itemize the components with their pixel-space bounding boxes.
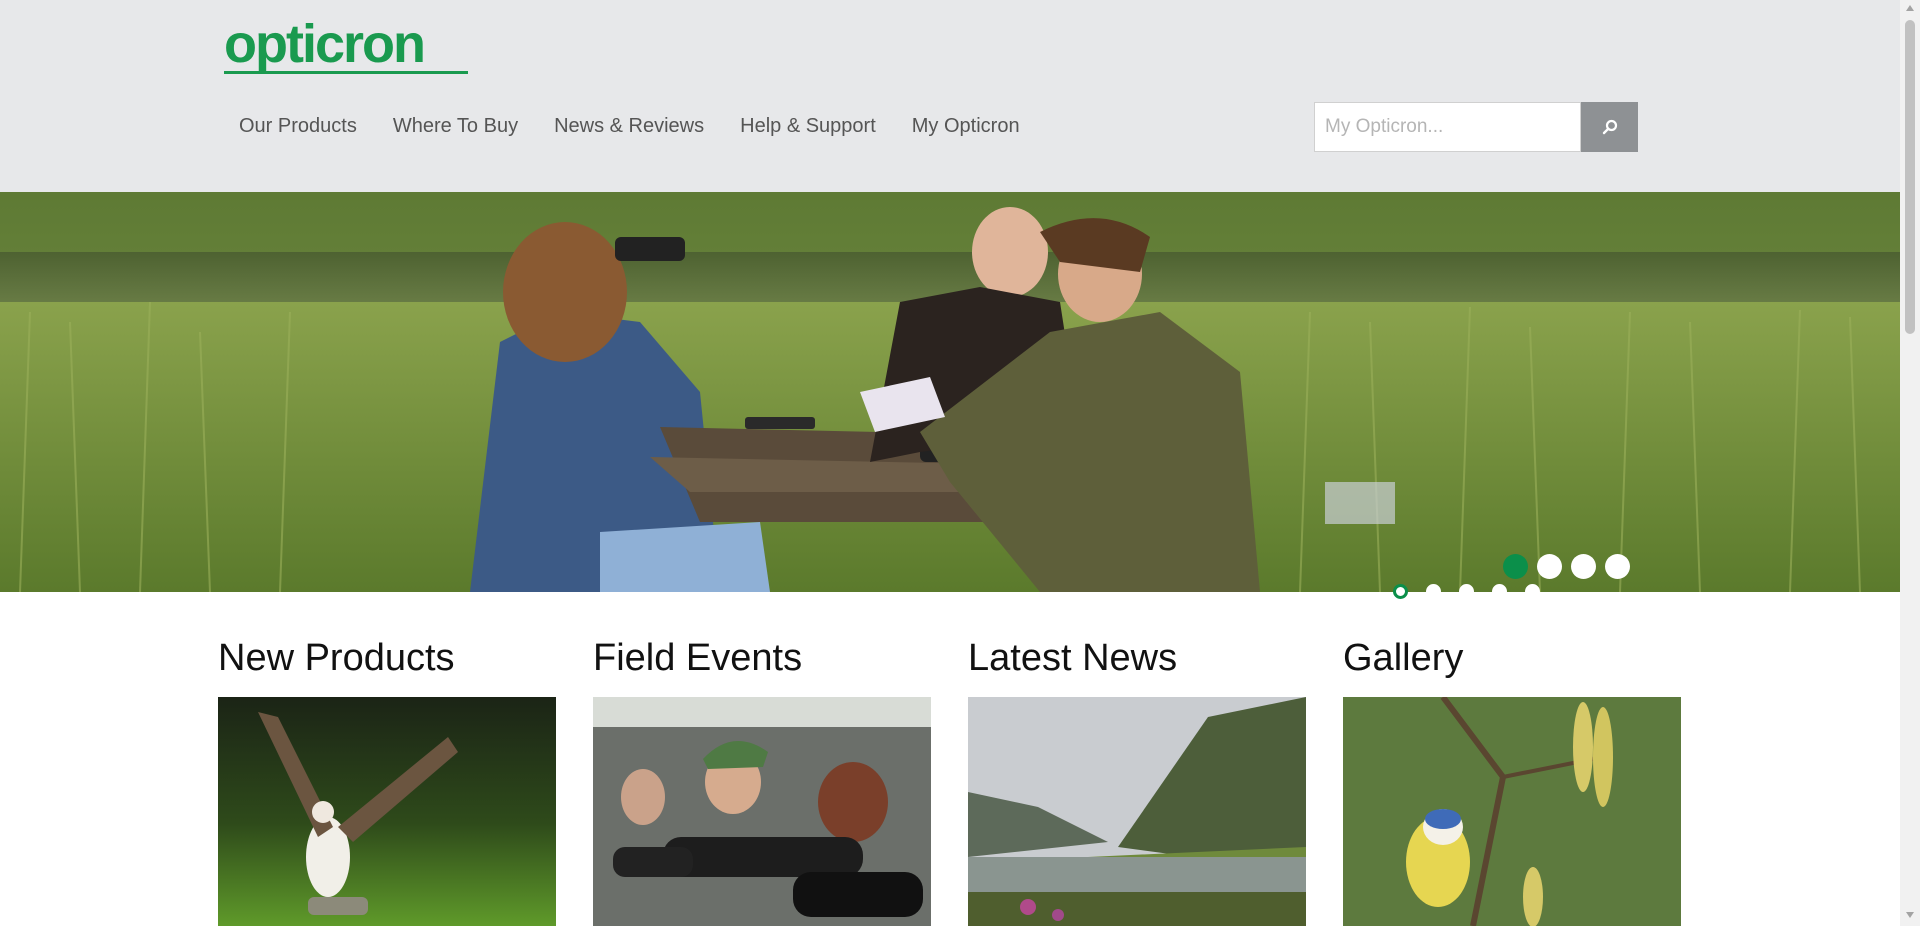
thumb-indicator-5[interactable] (1525, 584, 1540, 599)
hero-banner[interactable] (0, 192, 1900, 592)
scroll-down-icon[interactable] (1906, 912, 1914, 918)
slide-dot-4[interactable] (1605, 554, 1630, 579)
section-gallery: Gallery (1343, 632, 1681, 926)
slide-dot-1[interactable] (1503, 554, 1528, 579)
gallery-image[interactable] (1343, 697, 1681, 926)
logo-text: opticron (224, 18, 424, 74)
section-title[interactable]: Field Events (593, 632, 931, 697)
nav-where-to-buy[interactable]: Where To Buy (376, 115, 537, 138)
nav-help-support[interactable]: Help & Support (723, 115, 895, 138)
thumb-indicator-1[interactable] (1393, 584, 1408, 599)
hero-thumb-indicators (1393, 584, 1540, 599)
latest-news-image[interactable] (968, 697, 1306, 926)
section-new-products: New Products (218, 632, 556, 926)
field-events-image[interactable] (593, 697, 931, 926)
new-products-image[interactable] (218, 697, 556, 926)
nav-my-opticron[interactable]: My Opticron (895, 115, 1039, 138)
site-header: opticron Our Products Where To Buy News … (0, 0, 1900, 192)
main-nav: Our Products Where To Buy News & Reviews… (222, 106, 1039, 146)
search-icon (1602, 119, 1617, 135)
thumb-indicator-2[interactable] (1426, 584, 1441, 599)
slide-dot-3[interactable] (1571, 554, 1596, 579)
section-title[interactable]: New Products (218, 632, 556, 697)
hero-image (0, 192, 1900, 592)
section-title[interactable]: Gallery (1343, 632, 1681, 697)
search-button[interactable] (1581, 102, 1638, 152)
opticron-logo[interactable]: opticron (222, 18, 472, 80)
scroll-thumb[interactable] (1905, 20, 1915, 334)
section-field-events: Field Events (593, 632, 931, 926)
search-input[interactable] (1314, 102, 1582, 152)
thumb-indicator-3[interactable] (1459, 584, 1474, 599)
page-scrollbar[interactable] (1900, 0, 1920, 926)
section-title[interactable]: Latest News (968, 632, 1306, 697)
search-bar (1314, 102, 1638, 152)
nav-news-reviews[interactable]: News & Reviews (537, 115, 723, 138)
nav-our-products[interactable]: Our Products (222, 115, 376, 138)
section-latest-news: Latest News (968, 632, 1306, 926)
scroll-up-icon[interactable] (1906, 5, 1914, 11)
hero-slide-dots (1503, 554, 1630, 579)
slide-dot-2[interactable] (1537, 554, 1562, 579)
thumb-indicator-4[interactable] (1492, 584, 1507, 599)
